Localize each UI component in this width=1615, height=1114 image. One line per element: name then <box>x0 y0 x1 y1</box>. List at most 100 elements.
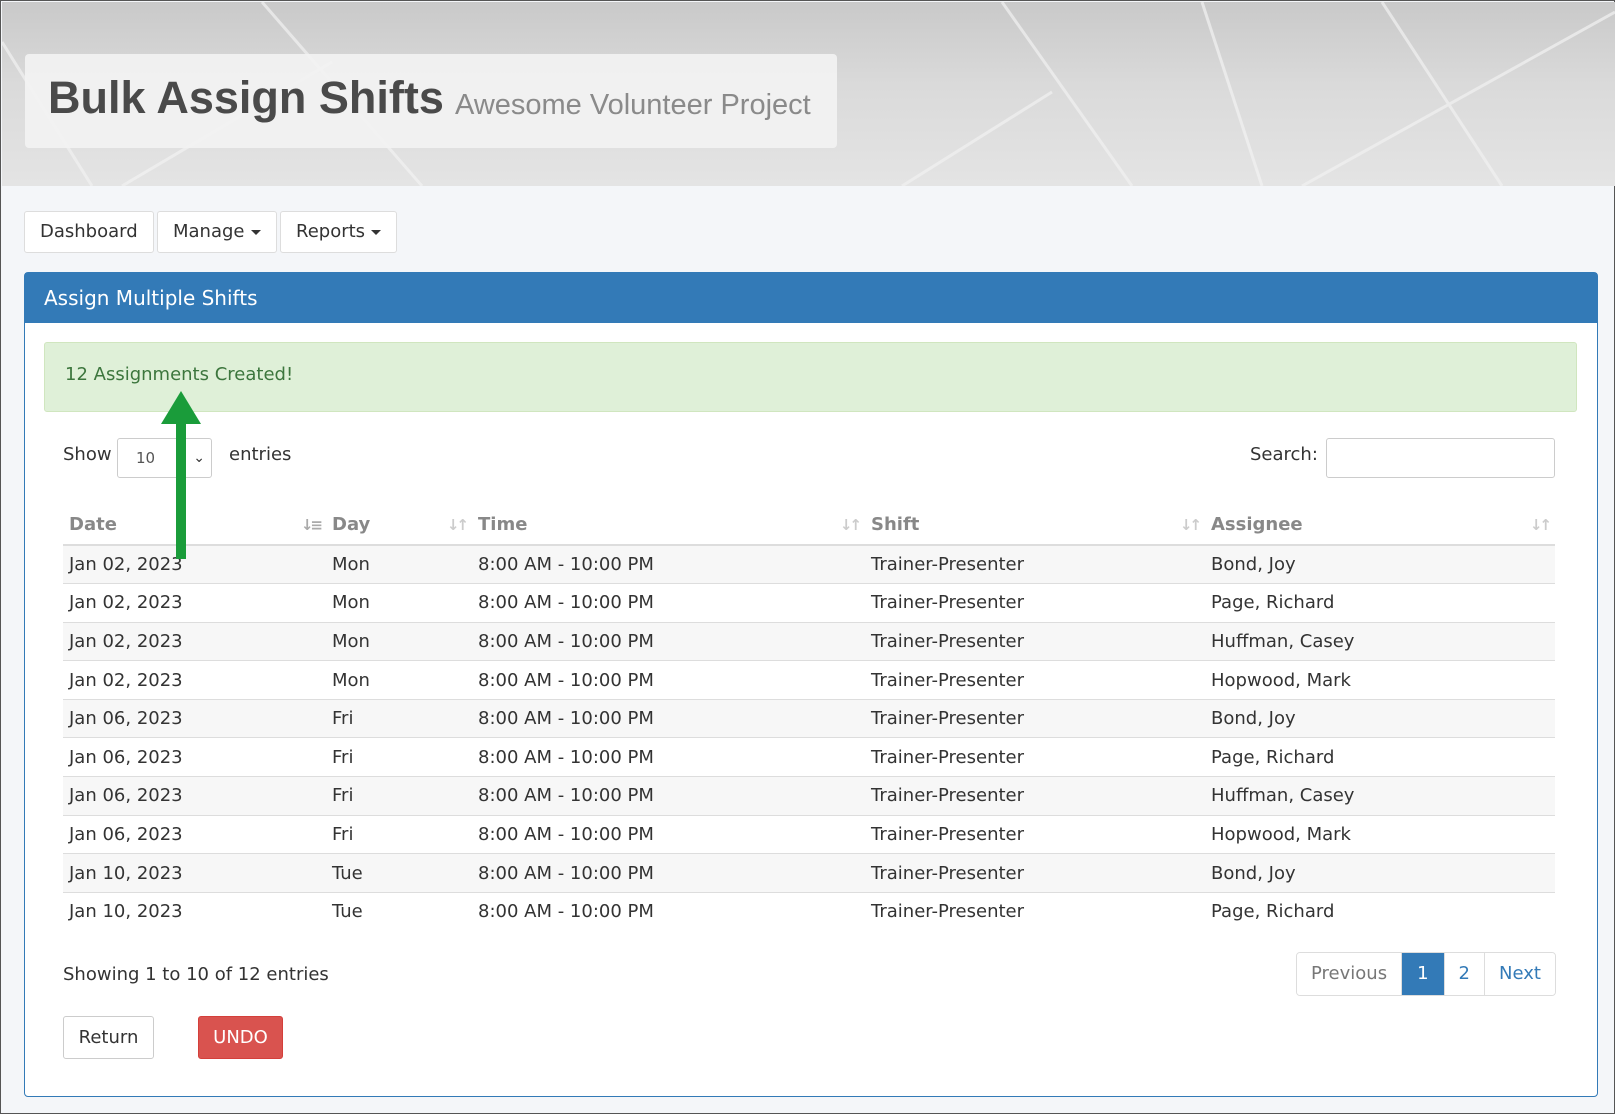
annotation-arrow-icon <box>161 391 201 559</box>
nav-dashboard-button[interactable]: Dashboard <box>24 211 154 253</box>
cell-time: 8:00 AM - 10:00 PM <box>472 698 865 738</box>
column-header-shift[interactable]: Shift ↓↑ <box>865 505 1205 546</box>
cell-shift: Trainer-Presenter <box>865 853 1205 893</box>
cell-assignee: Huffman, Casey <box>1205 621 1555 661</box>
nav-dashboard-label: Dashboard <box>40 221 138 242</box>
cell-shift: Trainer-Presenter <box>865 660 1205 700</box>
column-header-time[interactable]: Time ↓↑ <box>472 505 865 546</box>
cell-date: Jan 10, 2023 <box>63 853 326 893</box>
pagination-page-2[interactable]: 2 <box>1444 953 1485 995</box>
cell-day: Fri <box>326 737 472 777</box>
cell-day: Tue <box>326 891 472 931</box>
pagination: Previous 1 2 Next <box>1296 952 1556 996</box>
pagination-previous[interactable]: Previous <box>1297 953 1403 995</box>
cell-time: 8:00 AM - 10:00 PM <box>472 583 865 623</box>
column-label: Time <box>478 514 528 535</box>
table-row: Jan 02, 2023 Mon 8:00 AM - 10:00 PM Trai… <box>63 621 1555 661</box>
cell-assignee: Page, Richard <box>1205 891 1555 931</box>
entries-label: entries <box>229 444 292 465</box>
cell-time: 8:00 AM - 10:00 PM <box>472 544 865 584</box>
cell-date: Jan 02, 2023 <box>63 660 326 700</box>
table-row: Jan 06, 2023 Fri 8:00 AM - 10:00 PM Trai… <box>63 698 1555 738</box>
cell-assignee: Huffman, Casey <box>1205 776 1555 816</box>
search-input[interactable] <box>1326 438 1555 478</box>
undo-button[interactable]: UNDO <box>198 1016 283 1059</box>
page-title: Bulk Assign Shifts <box>48 72 444 123</box>
column-label: Assignee <box>1211 514 1303 535</box>
cell-shift: Trainer-Presenter <box>865 737 1205 777</box>
cell-assignee: Hopwood, Mark <box>1205 660 1555 700</box>
cell-day: Tue <box>326 853 472 893</box>
nav-manage-dropdown[interactable]: Manage <box>157 211 277 253</box>
cell-day: Fri <box>326 814 472 854</box>
cell-time: 8:00 AM - 10:00 PM <box>472 891 865 931</box>
cell-shift: Trainer-Presenter <box>865 776 1205 816</box>
cell-assignee: Bond, Joy <box>1205 698 1555 738</box>
table-row: Jan 06, 2023 Fri 8:00 AM - 10:00 PM Trai… <box>63 776 1555 816</box>
cell-shift: Trainer-Presenter <box>865 544 1205 584</box>
cell-date: Jan 06, 2023 <box>63 698 326 738</box>
table-row: Jan 10, 2023 Tue 8:00 AM - 10:00 PM Trai… <box>63 891 1555 931</box>
assign-panel: Assign Multiple Shifts 12 Assignments Cr… <box>24 272 1598 1097</box>
sort-both-icon: ↓↑ <box>839 516 862 534</box>
cell-time: 8:00 AM - 10:00 PM <box>472 737 865 777</box>
cell-shift: Trainer-Presenter <box>865 814 1205 854</box>
table-row: Jan 02, 2023 Mon 8:00 AM - 10:00 PM Trai… <box>63 660 1555 700</box>
sort-ascending-icon: ↓≡ <box>300 516 323 534</box>
search-label: Search: <box>1250 444 1318 465</box>
cell-shift: Trainer-Presenter <box>865 698 1205 738</box>
table-row: Jan 06, 2023 Fri 8:00 AM - 10:00 PM Trai… <box>63 737 1555 777</box>
cell-assignee: Bond, Joy <box>1205 544 1555 584</box>
return-button[interactable]: Return <box>63 1016 154 1059</box>
cell-day: Mon <box>326 621 472 661</box>
table-row: Jan 10, 2023 Tue 8:00 AM - 10:00 PM Trai… <box>63 853 1555 893</box>
column-label: Date <box>69 514 117 535</box>
pagination-next[interactable]: Next <box>1484 953 1555 995</box>
cell-assignee: Hopwood, Mark <box>1205 814 1555 854</box>
sort-both-icon: ↓↑ <box>446 516 469 534</box>
cell-time: 8:00 AM - 10:00 PM <box>472 814 865 854</box>
column-header-assignee[interactable]: Assignee ↓↑ <box>1205 505 1555 546</box>
table-header-row: Date ↓≡ Day ↓↑ Time ↓↑ Shift ↓↑ Assignee… <box>63 505 1555 546</box>
cell-day: Mon <box>326 544 472 584</box>
project-name: Awesome Volunteer Project <box>455 89 811 121</box>
cell-date: Jan 02, 2023 <box>63 583 326 623</box>
nav-reports-label: Reports <box>296 221 366 242</box>
panel-heading: Assign Multiple Shifts <box>25 273 1597 323</box>
column-header-day[interactable]: Day ↓↑ <box>326 505 472 546</box>
cell-day: Fri <box>326 698 472 738</box>
cell-time: 8:00 AM - 10:00 PM <box>472 853 865 893</box>
table-row: Jan 02, 2023 Mon 8:00 AM - 10:00 PM Trai… <box>63 583 1555 623</box>
page-length-value: 10 <box>136 449 156 467</box>
cell-shift: Trainer-Presenter <box>865 583 1205 623</box>
cell-day: Mon <box>326 660 472 700</box>
caret-down-icon <box>250 229 261 235</box>
cell-date: Jan 06, 2023 <box>63 814 326 854</box>
cell-date: Jan 06, 2023 <box>63 737 326 777</box>
cell-day: Fri <box>326 776 472 816</box>
pagination-page-1[interactable]: 1 <box>1402 953 1445 995</box>
cell-time: 8:00 AM - 10:00 PM <box>472 660 865 700</box>
table-row: Jan 06, 2023 Fri 8:00 AM - 10:00 PM Trai… <box>63 814 1555 854</box>
cell-assignee: Page, Richard <box>1205 737 1555 777</box>
assignments-table: Date ↓≡ Day ↓↑ Time ↓↑ Shift ↓↑ Assignee… <box>63 505 1555 931</box>
cell-assignee: Page, Richard <box>1205 583 1555 623</box>
title-box: Bulk Assign Shifts Awesome Volunteer Pro… <box>25 54 837 148</box>
table-info: Showing 1 to 10 of 12 entries <box>63 964 329 985</box>
cell-date: Jan 06, 2023 <box>63 776 326 816</box>
cell-day: Mon <box>326 583 472 623</box>
cell-shift: Trainer-Presenter <box>865 891 1205 931</box>
nav-reports-dropdown[interactable]: Reports <box>280 211 398 253</box>
cell-time: 8:00 AM - 10:00 PM <box>472 621 865 661</box>
column-label: Day <box>332 514 371 535</box>
nav-manage-label: Manage <box>173 221 245 242</box>
caret-down-icon <box>371 229 382 235</box>
cell-assignee: Bond, Joy <box>1205 853 1555 893</box>
table-row: Jan 02, 2023 Mon 8:00 AM - 10:00 PM Trai… <box>63 544 1555 584</box>
cell-time: 8:00 AM - 10:00 PM <box>472 776 865 816</box>
success-alert: 12 Assignments Created! <box>44 342 1577 412</box>
sort-both-icon: ↓↑ <box>1529 516 1552 534</box>
sort-both-icon: ↓↑ <box>1179 516 1202 534</box>
cell-shift: Trainer-Presenter <box>865 621 1205 661</box>
cell-date: Jan 10, 2023 <box>63 891 326 931</box>
